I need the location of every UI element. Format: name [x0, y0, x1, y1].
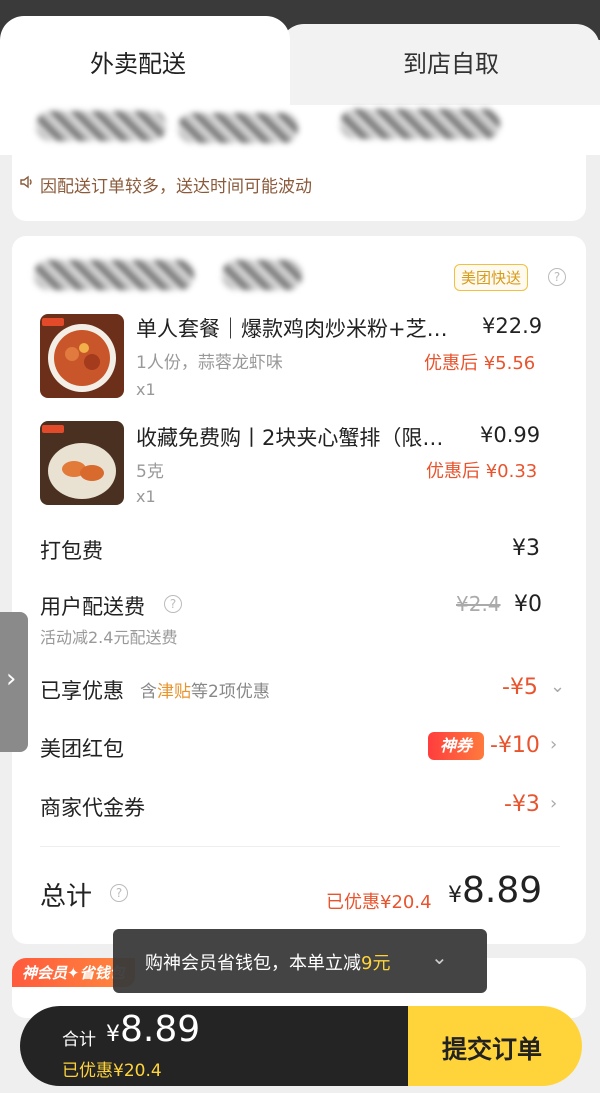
- item-price: ¥0.99: [480, 423, 541, 447]
- total-amount: ¥8.89: [448, 870, 543, 911]
- delivery-fee-label: 用户配送费: [40, 595, 145, 619]
- redacted-store-name: [222, 260, 302, 290]
- item-discount-price: 优惠后 ¥5.56: [424, 353, 536, 374]
- submit-order-button[interactable]: 提交订单: [408, 1006, 582, 1086]
- checkout-summary: 合计 ¥8.89 已优惠¥20.4: [20, 1006, 420, 1086]
- red-packet-label: 美团红包: [40, 737, 124, 761]
- address-card[interactable]: [0, 105, 600, 155]
- checkout-total-amount: ¥8.89: [106, 1009, 201, 1050]
- red-packet-value[interactable]: -¥10: [490, 733, 540, 758]
- item-quantity: x1: [136, 487, 156, 506]
- merchant-voucher-value[interactable]: -¥3: [504, 792, 540, 817]
- item-name[interactable]: 单人套餐｜爆款鸡肉炒米粉+芝…: [136, 313, 448, 343]
- item-quantity: x1: [136, 380, 156, 399]
- delivery-notice-card: 因配送订单较多，送达时间可能波动: [12, 155, 586, 221]
- packing-fee-value: ¥3: [512, 536, 540, 561]
- total-saved: 已优惠¥20.4: [326, 892, 432, 913]
- speaker-icon: [20, 175, 32, 189]
- enjoyed-discount-label[interactable]: 已享优惠: [40, 675, 124, 705]
- delivery-fee-note: 活动减2.4元配送费: [40, 628, 178, 647]
- question-circle-icon[interactable]: ?: [110, 884, 128, 902]
- item-spec: 5克: [136, 462, 164, 482]
- redacted-address: [178, 113, 298, 143]
- order-type-tabs: 到店自取 外卖配送: [0, 16, 600, 106]
- checkout-total-label: 合计: [62, 1030, 96, 1050]
- enjoyed-discount-value: -¥5: [502, 675, 538, 700]
- chevron-down-icon[interactable]: ⌄: [550, 676, 565, 697]
- tab-delivery[interactable]: 外卖配送: [0, 16, 290, 106]
- divider: [40, 846, 560, 847]
- chevron-right-icon[interactable]: ›: [550, 793, 557, 814]
- side-drawer-handle[interactable]: ›: [0, 612, 28, 752]
- checkout-bar: 合计 ¥8.89 已优惠¥20.4 提交订单: [20, 1006, 582, 1086]
- question-circle-icon[interactable]: ?: [164, 595, 182, 613]
- item-thumbnail[interactable]: [40, 314, 124, 398]
- delivery-service-badge: 美团快送: [454, 264, 529, 291]
- food-image: [40, 314, 124, 398]
- item-discount-price: 优惠后 ¥0.33: [426, 461, 538, 482]
- item-price: ¥22.9: [482, 314, 543, 338]
- item-spec: 1人份，蒜蓉龙虾味: [136, 353, 283, 373]
- merchant-voucher-label: 商家代金券: [40, 796, 145, 820]
- tab-pickup[interactable]: 到店自取: [280, 24, 600, 106]
- chevron-right-icon: ›: [6, 664, 17, 694]
- super-coupon-badge: 神券: [428, 732, 484, 760]
- checkout-saved: 已优惠¥20.4: [62, 1061, 162, 1081]
- delivery-notice: 因配送订单较多，送达时间可能波动: [20, 172, 312, 197]
- order-card: 美团快送 ? 单人套餐｜爆款鸡肉炒米粉+芝… ¥22.9 1人份，蒜蓉龙虾味 优…: [12, 236, 586, 944]
- redacted-address: [36, 111, 166, 141]
- food-image: [40, 421, 124, 505]
- packing-fee-label: 打包费: [40, 539, 103, 563]
- enjoyed-discount-detail: 含津贴等2项优惠: [140, 682, 270, 702]
- chevron-right-icon[interactable]: ›: [550, 734, 557, 755]
- redacted-address: [340, 109, 500, 139]
- total-label: 总计: [40, 882, 93, 912]
- item-name[interactable]: 收藏免费购丨2块夹心蟹排（限…: [136, 422, 443, 452]
- member-promo-toast[interactable]: 购神会员省钱包，本单立减9元 ⌄: [113, 929, 487, 993]
- question-circle-icon[interactable]: ?: [548, 268, 566, 286]
- delivery-fee-original: ¥2.4: [456, 592, 501, 616]
- redacted-store-name: [34, 260, 194, 290]
- submit-order-label: 提交订单: [442, 1035, 543, 1064]
- delivery-fee-value: ¥0: [514, 592, 542, 617]
- chevron-down-icon[interactable]: ⌄: [431, 945, 448, 969]
- item-thumbnail[interactable]: [40, 421, 124, 505]
